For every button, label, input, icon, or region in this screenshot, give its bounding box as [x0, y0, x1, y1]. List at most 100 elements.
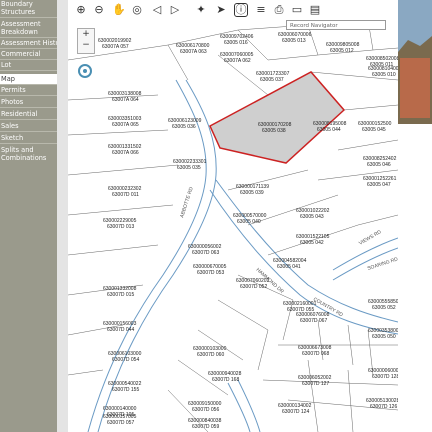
parcel-sub-id: 63005 016 [224, 40, 248, 46]
full-extent-icon[interactable]: ◎ [130, 3, 144, 17]
parcel-label: 63000335100363007A 065 [108, 116, 142, 128]
parcel-sub-id: 63005 044 [317, 127, 341, 133]
parcel-label: 63000013400263007D 124 [278, 403, 312, 415]
parcel-sub-id: 63005 046 [367, 162, 391, 168]
parcel-label: 63000810400363005 010 [368, 66, 398, 78]
parcel-sub-id: 63007D 128 [372, 374, 398, 380]
right-blank [398, 124, 432, 432]
parcel-label: 63000825240263005 046 [363, 156, 397, 168]
parcel-sub-id: 63005 035 [177, 165, 201, 171]
sidebar-divider [0, 48, 57, 49]
parcel-sub-id: 63005 038 [262, 128, 286, 134]
parcel-sub-id: 63007A 065 [112, 122, 139, 128]
sidebar-divider [0, 70, 57, 71]
identify-icon[interactable]: ✦ [194, 3, 208, 17]
parcel-sub-id: 63007D 168 [212, 377, 239, 383]
parcel-sub-id: 63007D 155 [112, 387, 139, 393]
sidebar-item-assessment-history[interactable]: Assessment History [0, 39, 57, 48]
zoom-in-button[interactable]: + [78, 29, 94, 40]
parcel-label: 63000970240663005 016 [220, 34, 254, 46]
measure-icon[interactable]: ▭ [290, 3, 304, 17]
parcel-label: 63000015700563007D 057 [103, 414, 137, 426]
parcel-label: 63000617080063007A 063 [176, 43, 210, 55]
parcel-sub-id: 63007A 066 [112, 150, 139, 156]
back-icon[interactable]: ◁ [150, 3, 164, 17]
sidebar-item-permits[interactable]: Permits [0, 86, 57, 95]
sidebar-divider [0, 95, 57, 96]
road-edge [227, 382, 251, 432]
locate-icon[interactable] [78, 64, 92, 78]
parcel-label: 63000201990263007A 057 [98, 38, 132, 50]
sidebar-nav: Boundary Structures Assessment Breakdown Ass… [0, 0, 57, 432]
zoom-out-button[interactable]: − [78, 40, 94, 51]
parcel-sub-id: 63005 041 [277, 264, 301, 270]
selected-parcel[interactable] [209, 71, 346, 164]
parcel-sub-id: 63007D 052 [240, 284, 267, 290]
sidebar-item-sketch[interactable]: Sketch [0, 134, 57, 143]
parcel-label: 63000222900563007D 013 [103, 218, 137, 230]
parcel-label: 63000133150263007A 066 [108, 144, 142, 156]
parcel-label: 63000172330763005 037 [256, 71, 290, 83]
parcel-sub-id: 63007D 067 [300, 318, 327, 324]
parcel-label: 63000607000663005 013 [278, 32, 312, 44]
parcel-label: 63000819500863005 044 [313, 121, 347, 133]
parcel-line [68, 129, 169, 136]
parcel-sub-id: 63007D 053 [197, 270, 224, 276]
parcel-label: 63000023230263007D 011 [108, 186, 142, 198]
pan-icon[interactable]: ✋ [112, 3, 126, 17]
parcel-label: 63000915000063007D 056 [188, 401, 222, 413]
parcel-label: 63000152210563005 042 [296, 234, 330, 246]
parcel-label: 63000015250063005 045 [358, 121, 392, 133]
parcel-label: 63000513002863007D 126 [366, 398, 398, 410]
record-navigator-input[interactable]: Record Navigator [286, 20, 386, 30]
parcel-label: 63000010300063007D 060 [193, 346, 227, 358]
parcel-sub-id: 63007D 060 [197, 352, 224, 358]
sidebar-item-breakdown[interactable]: Breakdown [0, 28, 57, 37]
zoom-out-icon[interactable]: ⊖ [92, 3, 106, 17]
sidebar-divider [0, 84, 57, 85]
parcel-sub-id: 63007D 059 [192, 424, 219, 430]
map-toolbar: ⊕ ⊖ ✋ ◎ ◁ ▷ ✦ ➤ ⓘ ≡ ⎙ ▭ ▤ [68, 0, 398, 22]
parcel-label: 63000610300063007D 054 [108, 351, 142, 363]
sidebar-item-map[interactable]: Map [0, 74, 57, 84]
parcel-sub-id: 63007D 127 [302, 381, 329, 387]
layers-icon[interactable]: ≡ [254, 3, 268, 17]
parcel-label: 63000313800863007A 064 [108, 91, 142, 103]
parcel-label: 63000054002263007D 155 [108, 381, 142, 393]
parcel-label: 63000094002863007D 168 [208, 371, 242, 383]
parcel-sub-id: 63007A 063 [180, 49, 207, 55]
select-icon[interactable]: ➤ [214, 3, 228, 17]
parcel-line [337, 139, 398, 151]
parcel-label: 63000458200463005 041 [273, 258, 307, 270]
parcel-sub-id: 63007D 015 [107, 292, 134, 298]
parcel-label: 63000980500863005 012 [326, 42, 360, 54]
sidebar-item-residential[interactable]: Residential [0, 110, 57, 119]
sidebar-divider [0, 37, 57, 38]
sidebar-item-structures[interactable]: Structures [0, 8, 57, 17]
parcel-label: 63000006000063007D 128 [368, 368, 398, 380]
sidebar-item-commercial[interactable]: Commercial [0, 50, 57, 59]
print-icon[interactable]: ⎙ [272, 3, 286, 17]
parcel-map[interactable]: ABBOTTE RDHAMMOND DRCOUNTRY RDSOARING RD… [68, 22, 398, 432]
basemap-icon[interactable]: ▤ [308, 3, 322, 17]
sidebar-item-sales[interactable]: Sales [0, 122, 57, 131]
zoom-in-icon[interactable]: ⊕ [74, 3, 88, 17]
parcel-sub-id: 63007D 063 [192, 250, 219, 256]
parcel-label: 63000067000563007D 053 [193, 264, 227, 276]
sidebar-divider [0, 131, 57, 132]
info-icon[interactable]: ⓘ [234, 3, 248, 17]
sidebar-item-photos[interactable]: Photos [0, 98, 57, 107]
sidebar-divider [0, 107, 57, 108]
sidebar-item-lot[interactable]: Lot [0, 61, 57, 70]
forward-icon[interactable]: ▷ [168, 3, 182, 17]
parcel-sub-id: 63005 012 [330, 48, 354, 54]
parcel-sub-id: 63007A 057 [102, 44, 129, 50]
parcel-sub-id: 63005 052 [372, 305, 396, 311]
road-edge [237, 379, 261, 432]
sidebar-item-combinations[interactable]: Combinations [0, 154, 57, 163]
parcel-sub-id: 63007D 044 [107, 327, 134, 333]
parcel-sub-id: 63007D 011 [112, 192, 139, 198]
parcel-sub-id: 63007D 054 [112, 357, 139, 363]
sidebar-gutter [57, 0, 68, 432]
parcel-label: 63000005600263007D 063 [188, 244, 222, 256]
